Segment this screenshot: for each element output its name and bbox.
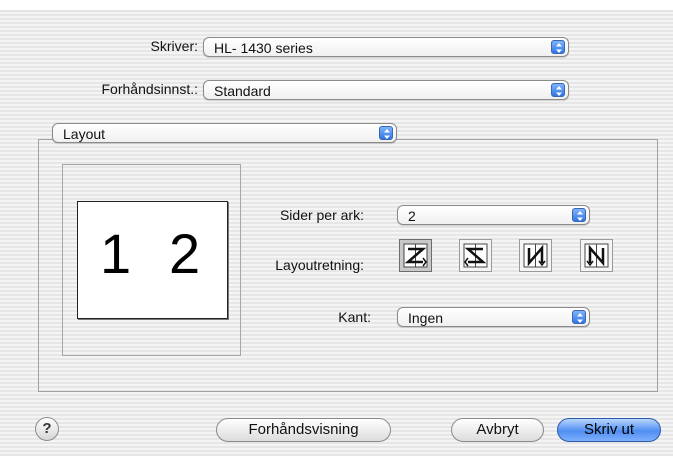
layout-reverse-n-icon [584, 243, 609, 268]
layout-z-icon [403, 243, 428, 268]
layout-reverse-z-icon [463, 243, 488, 268]
panel-value: Layout [63, 126, 106, 142]
preview-button[interactable]: Forhåndsvisning [216, 418, 391, 442]
popup-arrows-icon [379, 126, 393, 140]
print-button[interactable]: Skriv ut [557, 418, 661, 442]
window-top-edge [0, 0, 673, 10]
popup-arrows-icon [551, 83, 565, 97]
preview-page-number-2: 2 [169, 222, 201, 285]
preview-page: 1 2 [77, 201, 228, 319]
popup-arrows-icon [572, 208, 586, 222]
popup-arrows-icon [551, 40, 565, 54]
presets-value: Standard [214, 83, 271, 99]
layout-n-icon [523, 243, 548, 268]
layout-direction-reverse-z-button[interactable] [459, 239, 492, 272]
cancel-button[interactable]: Avbryt [451, 418, 544, 442]
layout-direction-reverse-n-button[interactable] [580, 239, 613, 272]
preview-page-number-1: 1 [100, 222, 132, 285]
border-label: Kant: [338, 309, 371, 325]
printer-label: Skriver: [150, 38, 198, 54]
printer-popup[interactable]: HL- 1430 series [203, 37, 569, 57]
printer-value: HL- 1430 series [214, 40, 313, 56]
panel-popup[interactable]: Layout [52, 123, 397, 143]
border-popup[interactable]: Ingen [397, 307, 590, 327]
presets-label: Forhåndsinnst.: [101, 81, 199, 97]
layout-direction-label: Layoutretning: [275, 257, 364, 273]
help-button[interactable]: ? [35, 417, 59, 441]
pages-per-sheet-label: Sider per ark: [279, 207, 364, 223]
layout-direction-n-button[interactable] [519, 239, 552, 272]
popup-arrows-icon [572, 310, 586, 324]
border-value: Ingen [408, 310, 444, 326]
layout-direction-z-button[interactable] [399, 239, 432, 272]
presets-popup[interactable]: Standard [203, 80, 569, 100]
pages-per-sheet-popup[interactable]: 2 [397, 205, 590, 225]
pages-per-sheet-value: 2 [408, 208, 416, 224]
